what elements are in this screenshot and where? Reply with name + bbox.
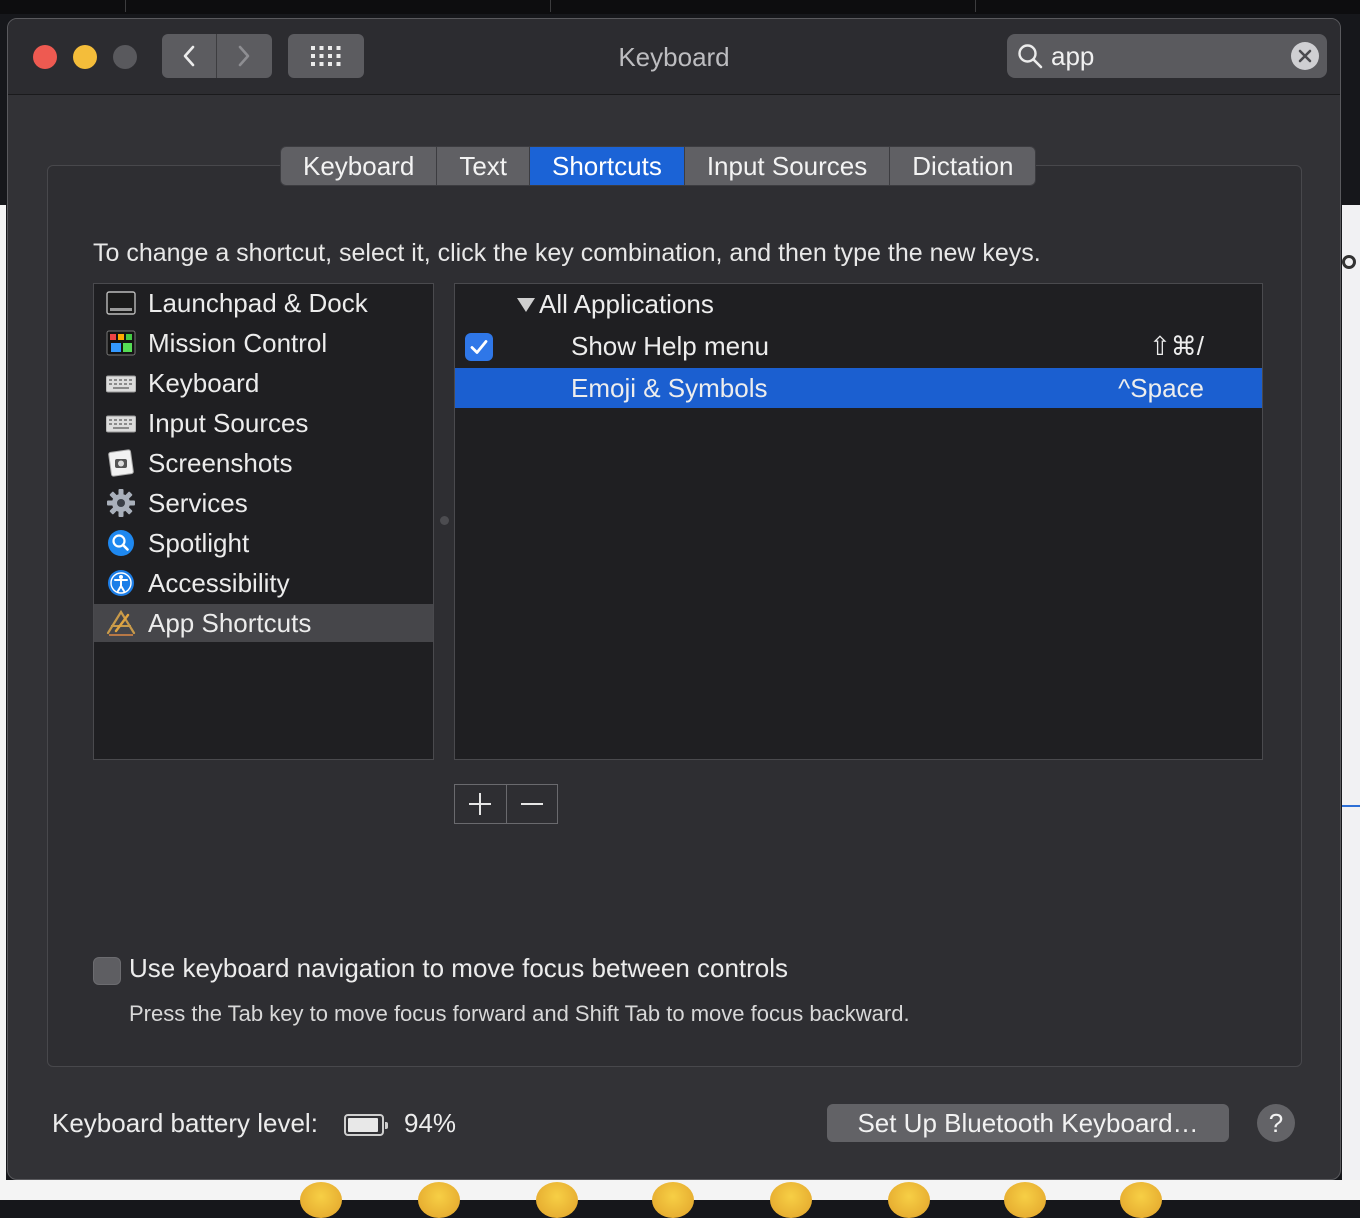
category-keyboard[interactable]: Keyboard: [94, 364, 433, 402]
battery-percentage: 94%: [404, 1108, 457, 1138]
category-label: Launchpad & Dock: [148, 288, 368, 318]
help-button[interactable]: ?: [1257, 1104, 1295, 1142]
category-app-shortcuts[interactable]: App Shortcuts: [94, 604, 433, 642]
background-emoji: [418, 1182, 460, 1218]
close-icon: [1298, 49, 1312, 63]
battery-icon: [344, 1114, 388, 1136]
mission-control-icon: [106, 330, 136, 356]
keyboard-icon: [106, 375, 136, 393]
tab-text[interactable]: Text: [437, 147, 530, 185]
category-spotlight[interactable]: Spotlight: [94, 524, 433, 562]
keyboard-navigation-checkbox[interactable]: [93, 957, 121, 985]
category-label: Mission Control: [148, 328, 328, 358]
shortcut-name: Show Help menu: [571, 331, 769, 361]
shortcut-category-list: Launchpad & Dock Mission Control Keyboar…: [93, 283, 434, 760]
category-label: Input Sources: [148, 408, 309, 438]
category-launchpad-dock[interactable]: Launchpad & Dock: [94, 284, 433, 322]
forward-button[interactable]: [216, 34, 271, 78]
background-window-strip: [0, 0, 1360, 14]
background-emoji: [770, 1182, 812, 1218]
launchpad-dock-icon: [106, 291, 136, 315]
background-emoji: [1004, 1182, 1046, 1218]
search-field[interactable]: [1007, 34, 1327, 78]
tab-dictation[interactable]: Dictation: [890, 147, 1035, 185]
keyboard-preferences-window: Keyboard Keyboard Text Shortcuts Input S…: [7, 18, 1341, 1180]
tab-shortcuts[interactable]: Shortcuts: [530, 147, 685, 185]
keyboard-navigation-label[interactable]: Use keyboard navigation to move focus be…: [129, 953, 788, 984]
category-label: App Shortcuts: [148, 608, 312, 638]
search-input[interactable]: [1051, 40, 1281, 72]
navigation-buttons: [162, 34, 272, 78]
background-emoji: [1120, 1182, 1162, 1218]
zoom-window-button[interactable]: [113, 45, 137, 69]
checkmark-icon: [470, 340, 488, 354]
grid-icon: [311, 46, 341, 66]
group-label: All Applications: [539, 289, 714, 319]
title-bar: Keyboard: [8, 19, 1340, 95]
category-label: Services: [148, 488, 248, 518]
app-shortcuts-icon: [106, 609, 136, 636]
keyboard-navigation-help: Press the Tab key to move focus forward …: [129, 1001, 910, 1026]
shortcut-row[interactable]: Emoji & Symbols ^Space: [455, 368, 1262, 408]
shortcut-enabled-checkbox[interactable]: [465, 333, 493, 361]
shortcut-keys[interactable]: ^Space: [1118, 368, 1204, 408]
shortcut-keys[interactable]: ⇧⌘/: [1149, 326, 1204, 366]
battery-level-label: Keyboard battery level:: [52, 1108, 318, 1138]
shortcut-row[interactable]: Show Help menu ⇧⌘/: [455, 326, 1262, 366]
instruction-text: To change a shortcut, select it, click t…: [93, 239, 1041, 267]
category-label: Screenshots: [148, 448, 293, 478]
search-icon: [1018, 44, 1043, 69]
show-all-button[interactable]: [288, 34, 364, 78]
category-mission-control[interactable]: Mission Control: [94, 324, 433, 362]
remove-shortcut-button[interactable]: [505, 785, 558, 823]
battery-fill: [348, 1118, 379, 1132]
tab-keyboard[interactable]: Keyboard: [281, 147, 438, 185]
back-button[interactable]: [162, 34, 216, 78]
background-emoji: [300, 1182, 342, 1218]
background-emoji: [652, 1182, 694, 1218]
input-sources-icon: [106, 415, 136, 433]
background-emoji: [536, 1182, 578, 1218]
background-emoji: [888, 1182, 930, 1218]
background-left-edge: [0, 205, 6, 1195]
split-view-divider[interactable]: [440, 516, 449, 525]
spotlight-icon: [108, 530, 134, 556]
category-screenshots[interactable]: Screenshots: [94, 444, 433, 482]
category-accessibility[interactable]: Accessibility: [94, 564, 433, 602]
add-remove-buttons: [454, 784, 558, 824]
background-right-edge: [1342, 205, 1360, 1190]
shortcuts-list: All Applications Show Help menu ⇧⌘/ Emoj…: [454, 283, 1263, 760]
accessibility-icon: [108, 570, 134, 596]
tab-bar: Keyboard Text Shortcuts Input Sources Di…: [280, 146, 1037, 186]
screenshots-icon: [108, 449, 134, 477]
chevron-left-icon: [183, 45, 195, 67]
plus-icon: [469, 793, 492, 815]
category-services[interactable]: Services: [94, 484, 433, 522]
tab-input-sources[interactable]: Input Sources: [685, 147, 891, 185]
clear-search-button[interactable]: [1291, 42, 1319, 70]
minimize-window-button[interactable]: [73, 45, 97, 69]
category-label: Keyboard: [148, 368, 260, 398]
shortcut-name: Emoji & Symbols: [571, 373, 768, 403]
add-shortcut-button[interactable]: [455, 785, 506, 823]
category-input-sources[interactable]: Input Sources: [94, 404, 433, 442]
category-label: Spotlight: [148, 528, 250, 558]
close-window-button[interactable]: [33, 45, 57, 69]
shortcut-group-row[interactable]: All Applications: [455, 284, 1262, 324]
category-label: Accessibility: [148, 568, 290, 598]
chevron-right-icon: [238, 45, 250, 67]
minus-icon: [520, 803, 543, 805]
disclosure-triangle-icon[interactable]: [517, 298, 535, 312]
services-gear-icon: [107, 489, 135, 517]
set-up-bluetooth-keyboard-button[interactable]: Set Up Bluetooth Keyboard…: [827, 1104, 1229, 1142]
